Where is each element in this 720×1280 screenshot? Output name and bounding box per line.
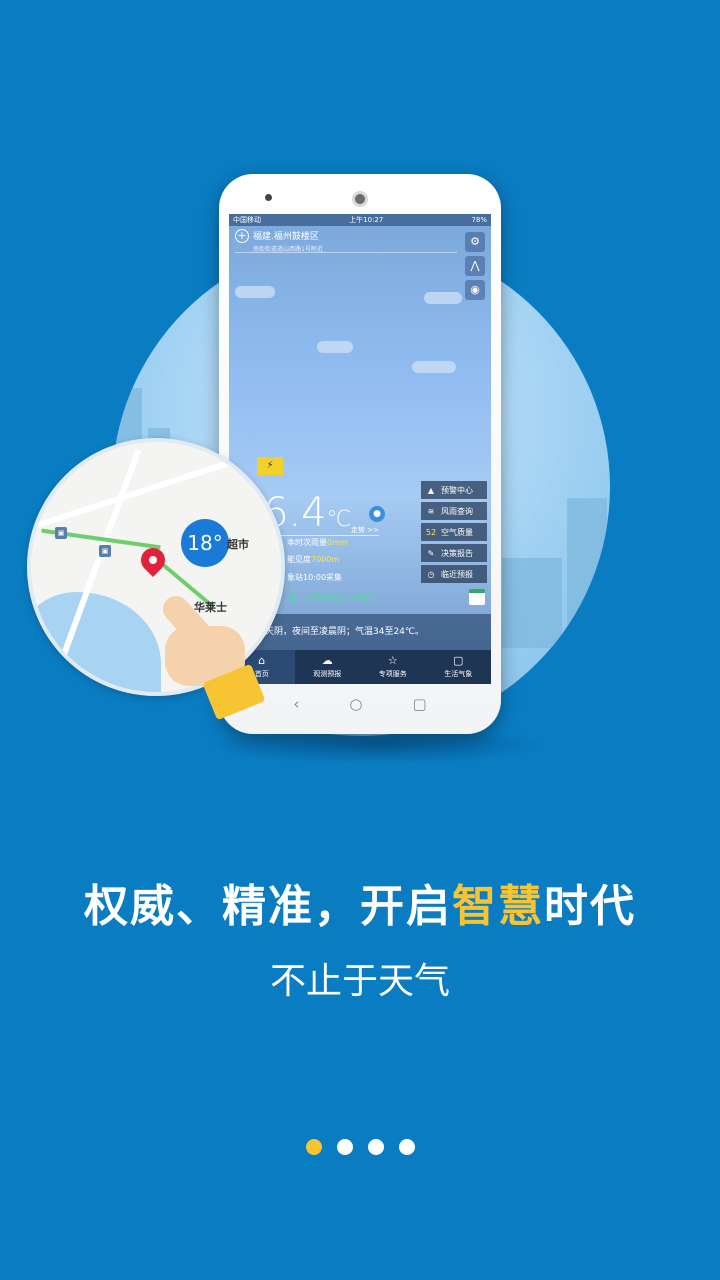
settings-icon[interactable]: ⚙	[465, 232, 485, 252]
map-label-supermarket: 超市	[227, 538, 249, 551]
menu-wind-rain[interactable]: ≋ 风雨查询	[421, 502, 487, 520]
calendar-icon[interactable]	[469, 589, 485, 605]
menu-label: 风雨查询	[441, 506, 473, 516]
carrier-text: 中国移动	[233, 216, 261, 224]
headline-accent: 智慧	[452, 881, 544, 932]
visibility-value: 7000m	[311, 555, 340, 564]
bottom-nav: ⌂ 首页 ☁ 观测预报 ☆ 专项服务 ▢ 生活气象	[229, 650, 491, 684]
report-icon: ✎	[427, 548, 435, 558]
pager-dots	[0, 1139, 720, 1155]
pager-dot-4[interactable]	[398, 1139, 415, 1155]
bus-stop-icon: ▣	[55, 527, 67, 539]
menu-decision-report[interactable]: ✎ 决策报告	[421, 544, 487, 562]
nav-label: 观测预报	[313, 670, 342, 678]
pager-dot-3[interactable]	[367, 1139, 384, 1155]
visibility-info: 能见度7000m	[287, 554, 339, 565]
headline-part1: 权威、精准，开启	[84, 881, 452, 932]
nav-label: 专项服务	[378, 670, 407, 678]
sensor-dot	[265, 194, 272, 201]
cloud-icon: ☁	[321, 654, 333, 667]
rain-value: 0mm	[327, 538, 348, 547]
nav-observation[interactable]: ☁ 观测预报	[295, 650, 361, 684]
camera-icon[interactable]: ◉	[465, 280, 485, 300]
divider	[235, 252, 457, 253]
menu-air-quality[interactable]: 52 空气质量	[421, 523, 487, 541]
microphone-icon[interactable]: ●	[369, 506, 385, 522]
front-camera	[352, 191, 368, 207]
cloud-decoration	[424, 292, 462, 304]
menu-nowcast[interactable]: ◷ 临近预报	[421, 565, 487, 583]
nav-life-weather[interactable]: ▢ 生活气象	[426, 650, 492, 684]
battery-text: 78%	[471, 216, 487, 224]
menu-warning-center[interactable]: ▲ 预警中心	[421, 481, 487, 499]
back-icon[interactable]: ‹	[293, 695, 299, 713]
share-icon[interactable]: ⋀	[465, 256, 485, 276]
subline: 不止于天气	[269, 961, 450, 1002]
location-row[interactable]: + 福建.福州鼓楼区 南街街道道山西路1号附近	[235, 229, 323, 253]
menu-label: 决策报告	[441, 548, 473, 558]
visibility-label: 能见度	[287, 555, 311, 564]
cloud-decoration	[235, 286, 275, 298]
station-info: 象站10:00采集	[287, 573, 343, 582]
aqi-value: 52	[425, 527, 437, 537]
wind-rain-icon: ≋	[427, 506, 435, 516]
status-time: 上午10:27	[349, 216, 384, 224]
building	[502, 558, 562, 648]
menu-label: 临近预报	[441, 569, 473, 579]
headline: 权威、精准，开启智慧时代	[0, 870, 720, 934]
bus-stop-icon: ▣	[99, 545, 111, 557]
building	[567, 498, 607, 658]
nav-label: 首页	[254, 670, 269, 678]
recent-apps-icon[interactable]: ▢	[412, 695, 426, 713]
home-circle-icon[interactable]: ○	[349, 695, 362, 713]
rain-info: 本时次雨量0mm	[287, 537, 348, 548]
trend-link[interactable]: 走势 >>	[279, 525, 379, 536]
nav-special-service[interactable]: ☆ 专项服务	[360, 650, 426, 684]
add-location-icon[interactable]: +	[235, 229, 249, 243]
warning-icon: ▲	[427, 485, 435, 495]
temperature-badge: 18°	[181, 519, 229, 567]
side-icons: ⚙ ⋀ ◉	[465, 232, 485, 300]
date-line: 期二 农历四月初八 小满节气	[289, 594, 378, 602]
feature-menu: ▲ 预警中心 ≋ 风雨查询 52 空气质量 ✎ 决策报告 ◷ 临近预报	[421, 481, 487, 583]
cloud-decoration	[317, 341, 353, 353]
headline-part2: 时代	[544, 881, 636, 932]
pager-dot-1[interactable]	[305, 1139, 322, 1155]
cloud-decoration	[412, 361, 456, 373]
clock-icon: ◷	[427, 569, 435, 579]
bag-icon: ▢	[453, 654, 464, 667]
map-road	[36, 442, 281, 529]
weather-warning-icon[interactable]: ⚡	[257, 457, 283, 475]
pager-dot-2[interactable]	[336, 1139, 353, 1155]
star-icon: ☆	[387, 654, 398, 667]
rain-label: 本时次雨量	[287, 538, 327, 547]
menu-label: 空气质量	[441, 527, 473, 537]
status-bar: 中国移动 上午10:27 78%	[229, 214, 491, 226]
map-water	[31, 592, 161, 692]
menu-label: 预警中心	[441, 485, 473, 495]
nav-label: 生活气象	[444, 670, 473, 678]
location-title: 福建.福州鼓楼区	[253, 232, 319, 242]
